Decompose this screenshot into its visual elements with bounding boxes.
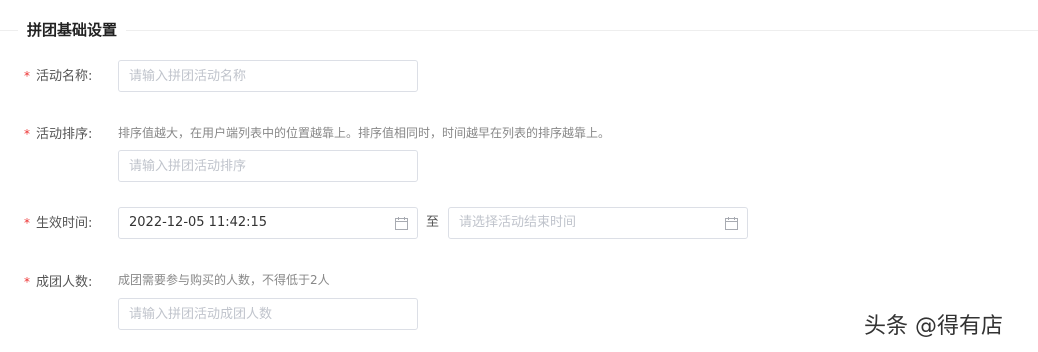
section-divider bbox=[0, 30, 1038, 31]
end-time-picker[interactable]: 请选择活动结束时间 bbox=[448, 207, 748, 239]
effective-time-label-text: 生效时间: bbox=[36, 216, 93, 231]
form-page: 拼团基础设置 * 活动名称: * 活动排序: 排序值越大，在用户端列表中的位置越靠上… bbox=[0, 0, 1038, 352]
activity-name-label: * 活动名称: bbox=[24, 66, 92, 87]
date-range-separator: 至 bbox=[426, 215, 440, 230]
group-size-hint: 成团需要参与购买的人数，不得低于2人 bbox=[118, 273, 330, 287]
activity-name-label-text: 活动名称: bbox=[36, 69, 93, 84]
section-title: 拼团基础设置 bbox=[18, 18, 127, 42]
start-time-picker[interactable]: 2022-12-05 11:42:15 bbox=[118, 207, 418, 239]
start-time-value: 2022-12-05 11:42:15 bbox=[129, 215, 268, 230]
required-mark: * bbox=[24, 275, 30, 289]
calendar-icon[interactable] bbox=[395, 217, 408, 230]
activity-name-input[interactable] bbox=[118, 60, 418, 92]
end-time-placeholder: 请选择活动结束时间 bbox=[459, 215, 577, 230]
group-size-input[interactable] bbox=[118, 298, 418, 330]
section-header: 拼团基础设置 bbox=[0, 14, 1038, 46]
watermark: 头条 @得有店 bbox=[864, 314, 1003, 339]
activity-sort-hint: 排序值越大，在用户端列表中的位置越靠上。排序值相同时，时间越早在列表的排序越靠上… bbox=[118, 126, 611, 140]
activity-sort-label: * 活动排序: bbox=[24, 124, 92, 145]
activity-sort-input[interactable] bbox=[118, 150, 418, 182]
group-size-label: * 成团人数: bbox=[24, 272, 92, 293]
group-size-label-text: 成团人数: bbox=[36, 275, 93, 290]
required-mark: * bbox=[24, 216, 30, 230]
effective-time-label: * 生效时间: bbox=[24, 213, 92, 234]
calendar-icon[interactable] bbox=[725, 217, 738, 230]
activity-sort-label-text: 活动排序: bbox=[36, 127, 93, 142]
required-mark: * bbox=[24, 69, 30, 83]
required-mark: * bbox=[24, 127, 30, 141]
